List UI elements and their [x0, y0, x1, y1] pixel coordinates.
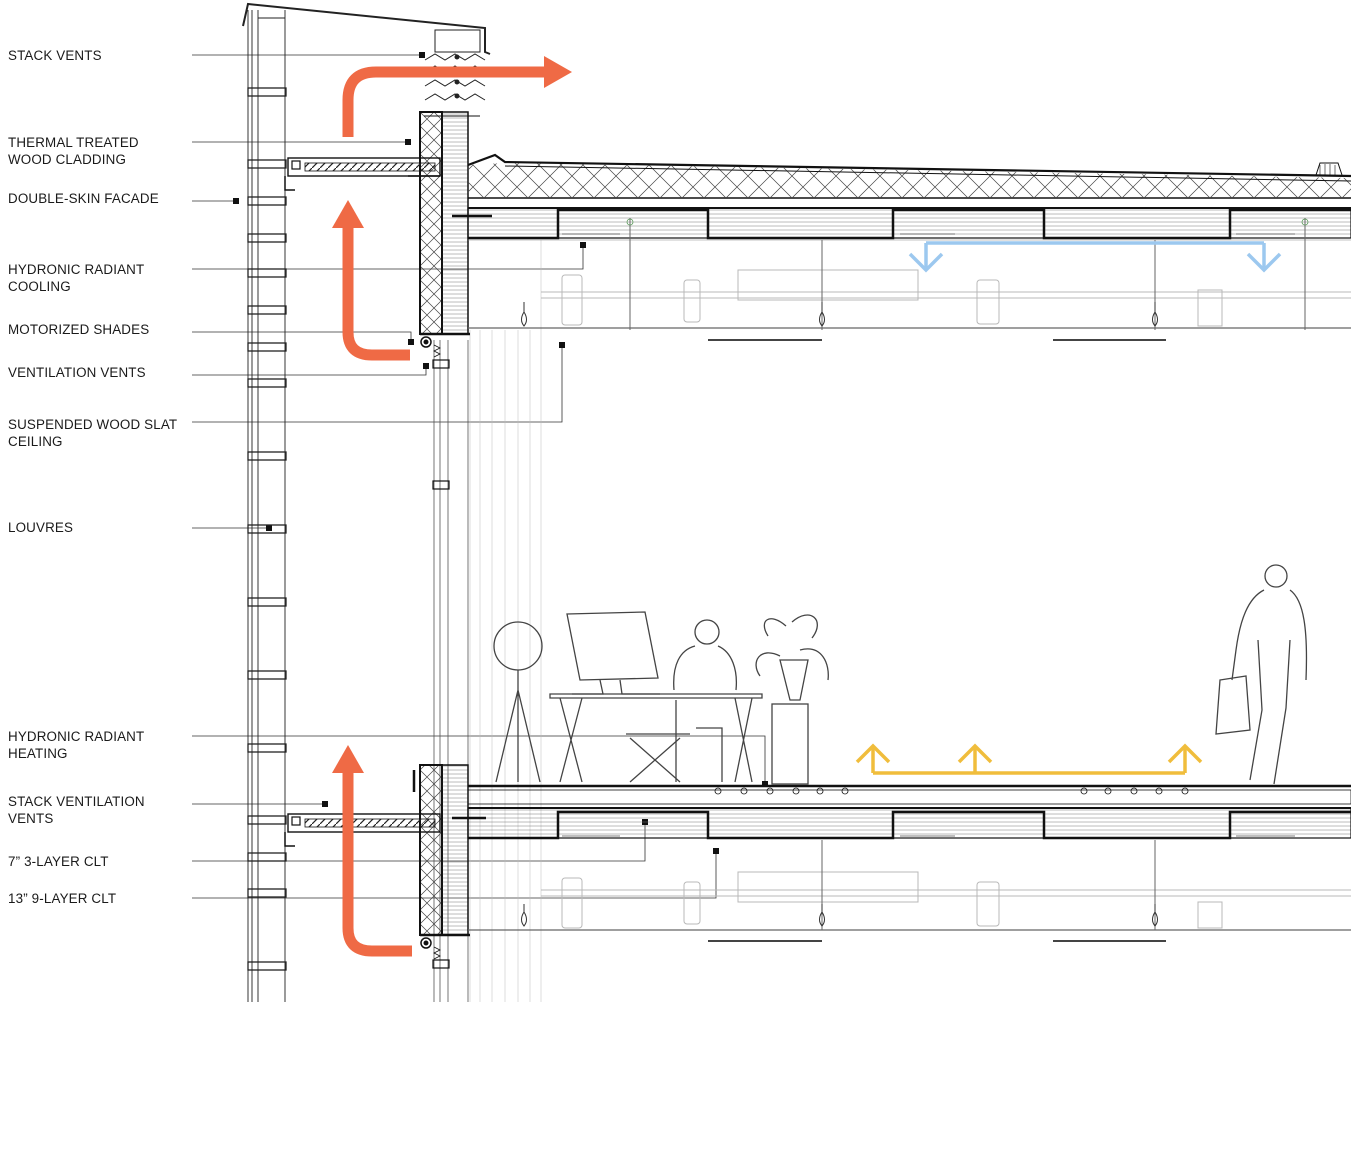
person-walking-icon	[1215, 564, 1308, 785]
inner-facade	[412, 111, 542, 1002]
monitor-icon	[566, 611, 660, 695]
lower-slab	[452, 784, 1351, 840]
heating-arrow	[855, 743, 1203, 775]
section-drawing	[192, 2, 1351, 1002]
desk	[549, 693, 763, 783]
ceiling-services-lower	[468, 840, 1351, 942]
plant-icon	[755, 614, 829, 785]
person-seated-icon	[673, 619, 738, 782]
vent-outriggers	[284, 157, 441, 847]
roof	[467, 153, 1351, 199]
cooling-arrow	[908, 241, 1282, 273]
section-diagram: STACK VENTS THERMAL TREATED WOOD CLADDIN…	[0, 0, 1351, 1152]
upper-slab	[452, 207, 1351, 241]
